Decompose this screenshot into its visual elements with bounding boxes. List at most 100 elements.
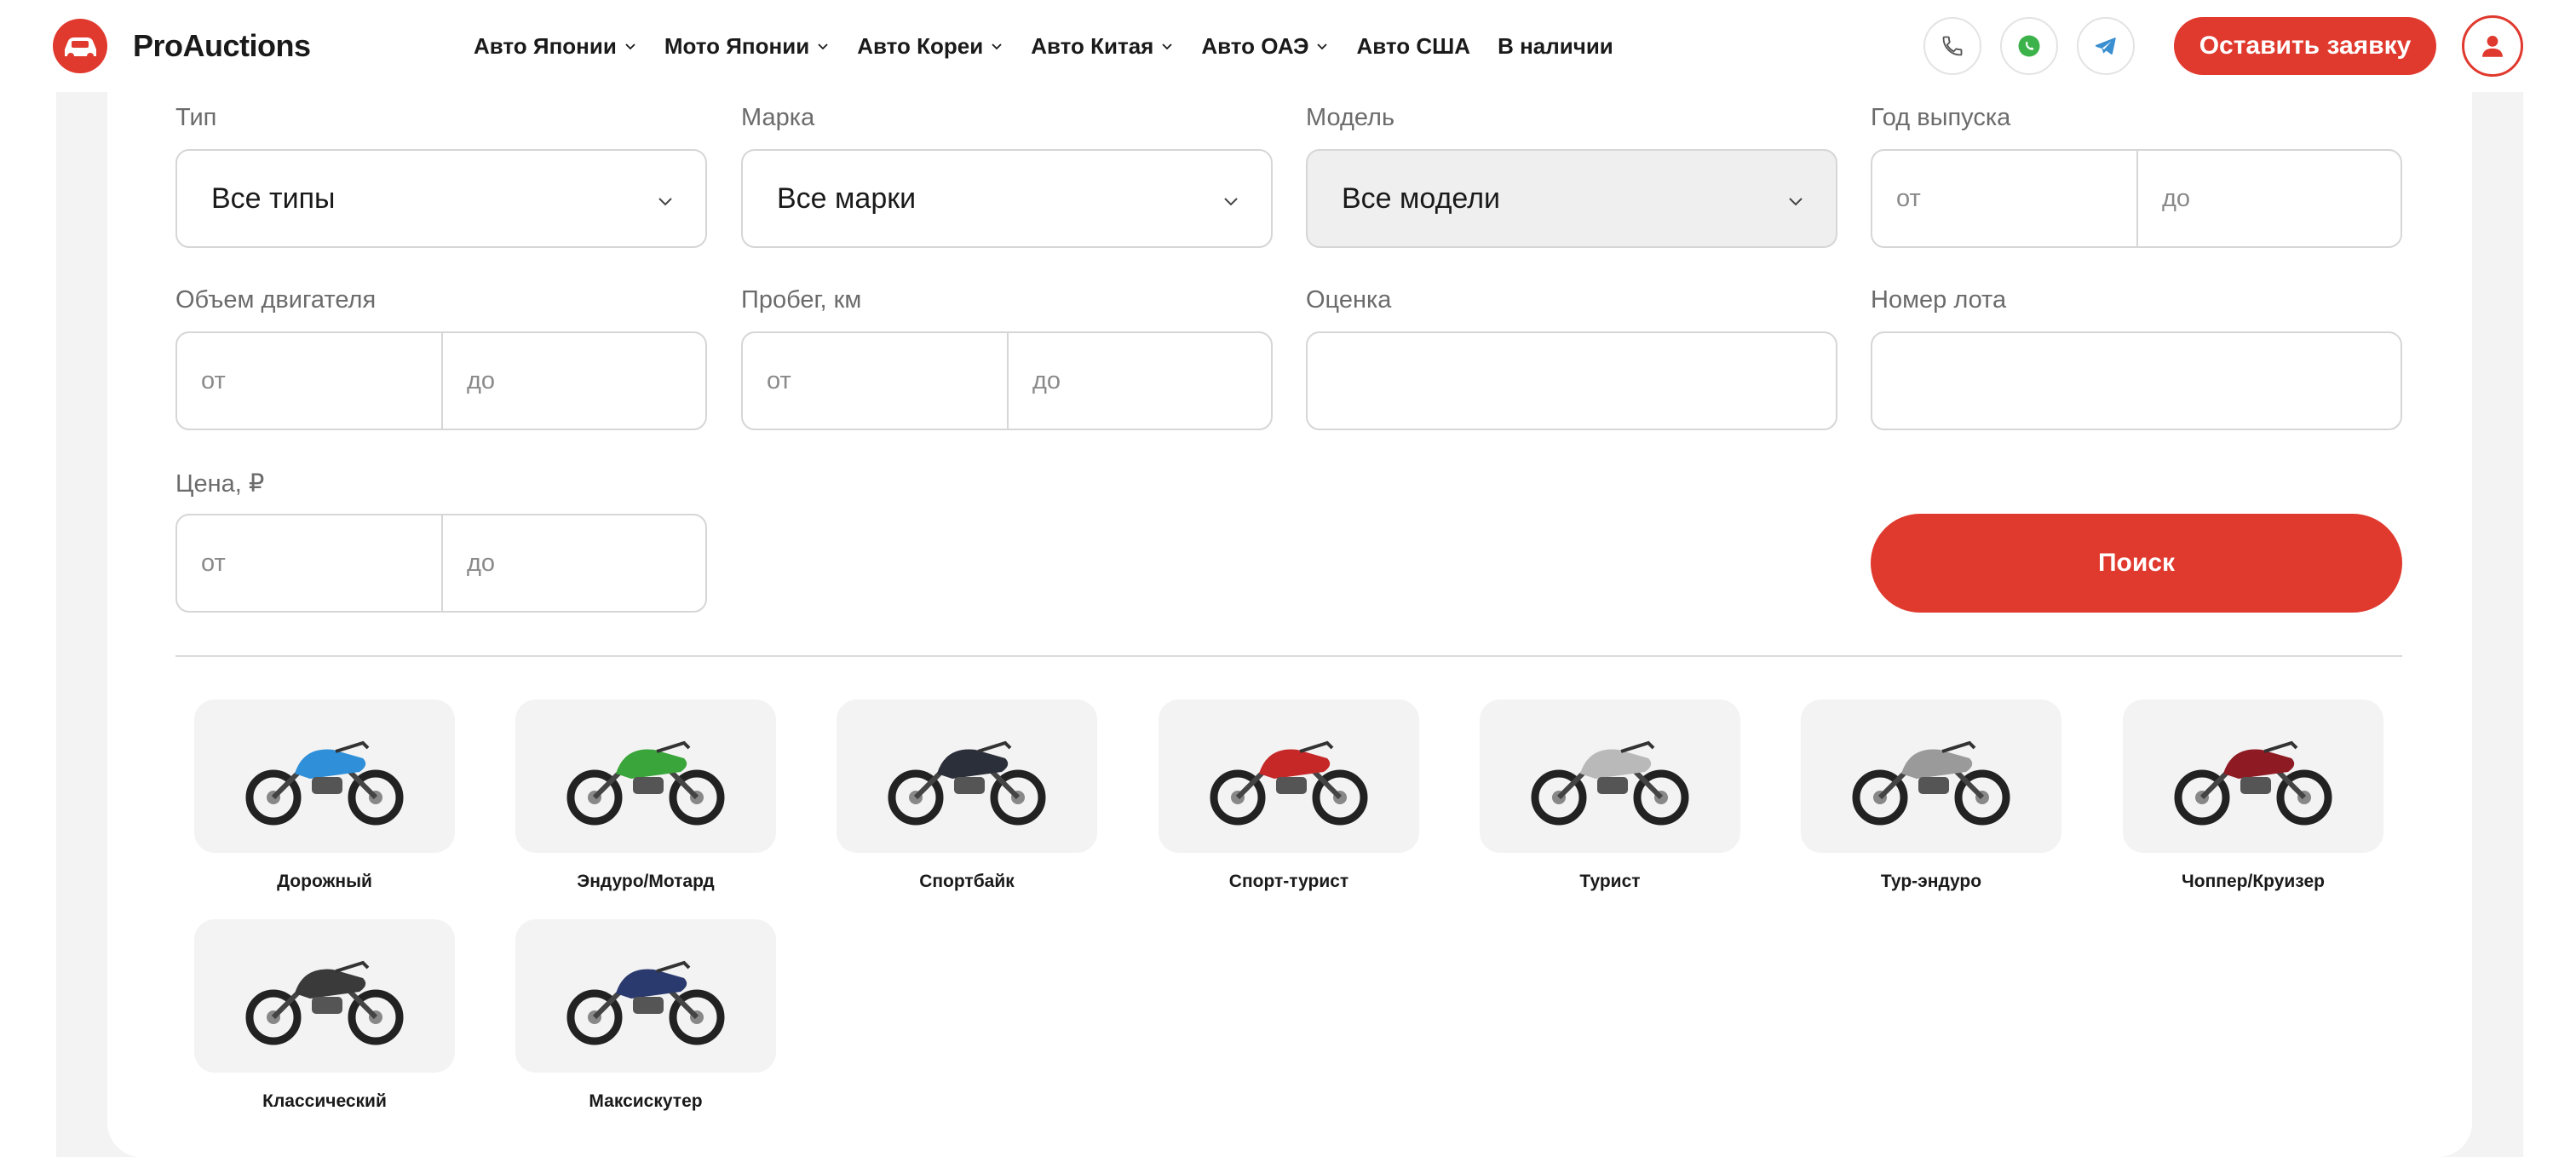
engine-to-input[interactable] [441, 333, 705, 429]
nav-item-label: Авто Китая [1031, 32, 1154, 59]
moto-category-label: Спорт-турист [1228, 872, 1349, 891]
chevron-down-icon [1317, 43, 1328, 50]
moto-category-item[interactable]: Дорожный [194, 699, 455, 892]
telegram-button[interactable] [2077, 17, 2135, 75]
motorcycle-icon [245, 740, 404, 826]
chevron-down-icon [625, 43, 635, 50]
search-button[interactable]: Поиск [1871, 514, 2402, 613]
grade-label: Оценка [1306, 286, 1392, 314]
moto-category-item[interactable]: Максискутер [515, 919, 776, 1112]
model-label: Модель [1306, 104, 1395, 131]
moto-category-item[interactable]: Турист [1480, 699, 1740, 892]
model-select-value: Все модели [1342, 181, 1501, 215]
nav-item-label: Авто США [1356, 32, 1471, 59]
whatsapp-icon [2018, 35, 2040, 57]
type-select-value: Все типы [211, 181, 336, 215]
moto-category-image [1801, 699, 2061, 853]
phone-icon [1942, 36, 1963, 56]
motorcycle-icon [566, 960, 725, 1045]
nav-item-auto-china[interactable]: Авто Китая [1031, 33, 1174, 60]
chevron-down-icon [992, 43, 1002, 50]
whatsapp-button[interactable] [2000, 17, 2058, 75]
moto-category-label: Максискутер [589, 1091, 703, 1111]
price-from-input[interactable] [177, 515, 441, 611]
moto-category-image [1480, 699, 1740, 853]
nav-item-auto-uae[interactable]: Авто ОАЭ [1201, 33, 1329, 60]
grade-input[interactable] [1306, 331, 1837, 430]
motorcycle-icon [2174, 740, 2332, 826]
phone-button[interactable] [1923, 17, 1981, 75]
moto-category-image [2123, 699, 2383, 853]
year-range [1871, 149, 2402, 248]
price-to-input[interactable] [441, 515, 705, 611]
mileage-label: Пробег, км [741, 286, 862, 314]
divider [175, 655, 2402, 657]
mileage-to-input[interactable] [1007, 333, 1271, 429]
moto-category-item[interactable]: Тур-эндуро [1801, 699, 2061, 892]
moto-category-image [837, 699, 1097, 853]
engine-range [175, 331, 707, 430]
motorcycle-icon [1531, 740, 1689, 826]
telegram-icon [2095, 37, 2116, 55]
nav-item-moto-japan[interactable]: Мото Японии [664, 33, 830, 60]
brand-label: Марка [741, 104, 815, 131]
mileage-range [741, 331, 1273, 430]
site-header: ProAuctions Авто Японии Мото Японии Авто… [0, 0, 2576, 92]
moto-category-image [515, 699, 776, 853]
engine-from-input[interactable] [177, 333, 441, 429]
user-icon [2481, 35, 2504, 57]
main-nav: Авто Японии Мото Японии Авто Кореи Авто … [474, 0, 1641, 92]
mileage-from-input[interactable] [743, 333, 1007, 429]
motorcycle-icon [1210, 740, 1368, 826]
chevron-down-icon [1162, 43, 1172, 50]
chevron-down-icon [1224, 198, 1238, 206]
nav-item-auto-korea[interactable]: Авто Кореи [857, 33, 1003, 60]
moto-category-item[interactable]: Спортбайк [837, 699, 1097, 892]
motorcycle-icon [1852, 740, 2010, 826]
leave-request-button[interactable]: Оставить заявку [2174, 17, 2436, 75]
lot-label: Номер лота [1871, 286, 2007, 314]
price-range [175, 514, 707, 613]
year-to-input[interactable] [2136, 151, 2401, 246]
year-from-input[interactable] [1872, 151, 2136, 246]
moto-category-label: Дорожный [277, 872, 372, 891]
moto-category-item[interactable]: Чоппер/Круизер [2123, 699, 2383, 892]
nav-item-in-stock[interactable]: В наличии [1498, 33, 1613, 60]
moto-category-image [194, 919, 455, 1073]
engine-label: Объем двигателя [175, 286, 377, 314]
moto-category-image [1159, 699, 1419, 853]
year-label: Год выпуска [1871, 104, 2011, 131]
nav-item-auto-usa[interactable]: Авто США [1356, 33, 1470, 60]
nav-item-label: Авто Кореи [857, 32, 984, 59]
moto-category-label: Тур-эндуро [1880, 872, 1982, 891]
nav-item-label: Авто Японии [474, 32, 617, 59]
moto-category-item[interactable]: Спорт-турист [1159, 699, 1419, 892]
moto-category-label: Чоппер/Круизер [2182, 872, 2325, 891]
motorcycle-icon [566, 740, 725, 826]
brand-select[interactable]: Все марки [741, 149, 1273, 248]
user-account-button[interactable] [2462, 15, 2523, 77]
chevron-down-icon [818, 43, 828, 50]
nav-item-label: Мото Японии [664, 32, 810, 59]
motorcycle-icon [245, 960, 404, 1045]
model-select[interactable]: Все модели [1306, 149, 1837, 248]
chevron-down-icon [658, 198, 672, 206]
nav-item-label: Авто ОАЭ [1201, 32, 1309, 59]
car-logo-icon [53, 19, 107, 73]
type-label: Тип [175, 104, 217, 131]
lot-number-input[interactable] [1871, 331, 2402, 430]
moto-category-label: Спортбайк [919, 872, 1015, 891]
moto-category-image [515, 919, 776, 1073]
type-select[interactable]: Все типы [175, 149, 707, 248]
moto-category-label: Турист [1579, 872, 1641, 891]
motorcycle-icon [888, 740, 1046, 826]
moto-category-label: Эндуро/Мотард [577, 872, 715, 891]
moto-category-item[interactable]: Классический [194, 919, 455, 1112]
brand-select-value: Все марки [777, 181, 917, 215]
logo[interactable]: ProAuctions [53, 19, 311, 73]
moto-category-item[interactable]: Эндуро/Мотард [515, 699, 776, 892]
moto-category-label: Классический [262, 1091, 387, 1111]
filter-card [107, 92, 2472, 1157]
moto-category-image [194, 699, 455, 853]
nav-item-auto-japan[interactable]: Авто Японии [474, 33, 637, 60]
